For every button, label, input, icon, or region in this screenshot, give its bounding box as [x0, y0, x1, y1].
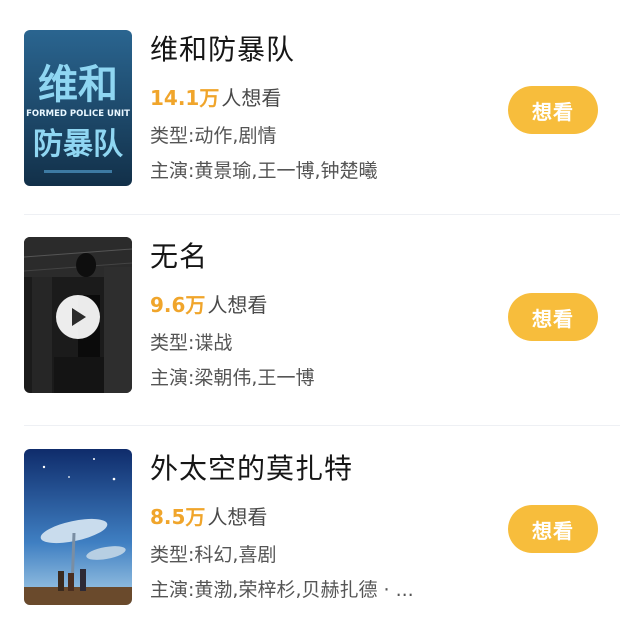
movie-title[interactable]: 维和防暴队: [150, 28, 295, 68]
movie-poster[interactable]: [24, 449, 132, 605]
poster-image-police-unit: 维和 FORMED POLICE UNIT 防暴队: [24, 30, 132, 186]
movie-cast: 主演:黄渤,荣梓杉,贝赫扎德 · ...: [150, 579, 414, 601]
movie-genre: 类型:科幻,喜剧: [150, 544, 277, 566]
movie-poster[interactable]: 维和 FORMED POLICE UNIT 防暴队: [24, 30, 132, 186]
want-count: 14.1万 人想看: [150, 82, 281, 111]
movie-poster[interactable]: [24, 237, 132, 393]
poster-text: 防暴队: [33, 127, 124, 162]
want-count: 9.6万 人想看: [150, 289, 267, 318]
movie-list: 维和 FORMED POLICE UNIT 防暴队 维和防暴队 14.1万 人想看…: [0, 0, 640, 624]
movie-title[interactable]: 外太空的莫扎特: [150, 447, 353, 487]
want-to-see-button[interactable]: 想看: [508, 505, 598, 553]
divider: [24, 214, 620, 215]
play-button[interactable]: [56, 295, 100, 339]
want-to-see-button[interactable]: 想看: [508, 293, 598, 341]
want-count-label: 人想看: [221, 86, 282, 110]
poster-text: 维和: [38, 62, 118, 108]
movie-genre: 类型:动作,剧情: [150, 125, 277, 147]
movie-cast: 主演:梁朝伟,王一博: [150, 367, 315, 389]
want-to-see-button[interactable]: 想看: [508, 86, 598, 134]
list-item[interactable]: 无名 9.6万 人想看 类型:谍战 主演:梁朝伟,王一博 想看: [0, 225, 640, 425]
want-count-number: 14.1万: [150, 86, 220, 110]
movie-title[interactable]: 无名: [150, 235, 208, 275]
list-item[interactable]: 维和 FORMED POLICE UNIT 防暴队 维和防暴队 14.1万 人想看…: [0, 18, 640, 218]
want-count: 8.5万 人想看: [150, 501, 267, 530]
poster-text: FORMED POLICE UNIT: [26, 109, 130, 119]
want-count-label: 人想看: [207, 293, 268, 317]
movie-genre: 类型:谍战: [150, 332, 233, 354]
play-icon: [72, 308, 86, 326]
list-item[interactable]: 外太空的莫扎特 8.5万 人想看 类型:科幻,喜剧 主演:黄渤,荣梓杉,贝赫扎德 …: [0, 437, 640, 637]
want-count-number: 9.6万: [150, 293, 206, 317]
divider: [24, 425, 620, 426]
poster-image-mozart: [24, 449, 132, 605]
want-count-label: 人想看: [207, 505, 268, 529]
want-count-number: 8.5万: [150, 505, 206, 529]
movie-cast: 主演:黄景瑜,王一博,钟楚曦: [150, 160, 378, 182]
